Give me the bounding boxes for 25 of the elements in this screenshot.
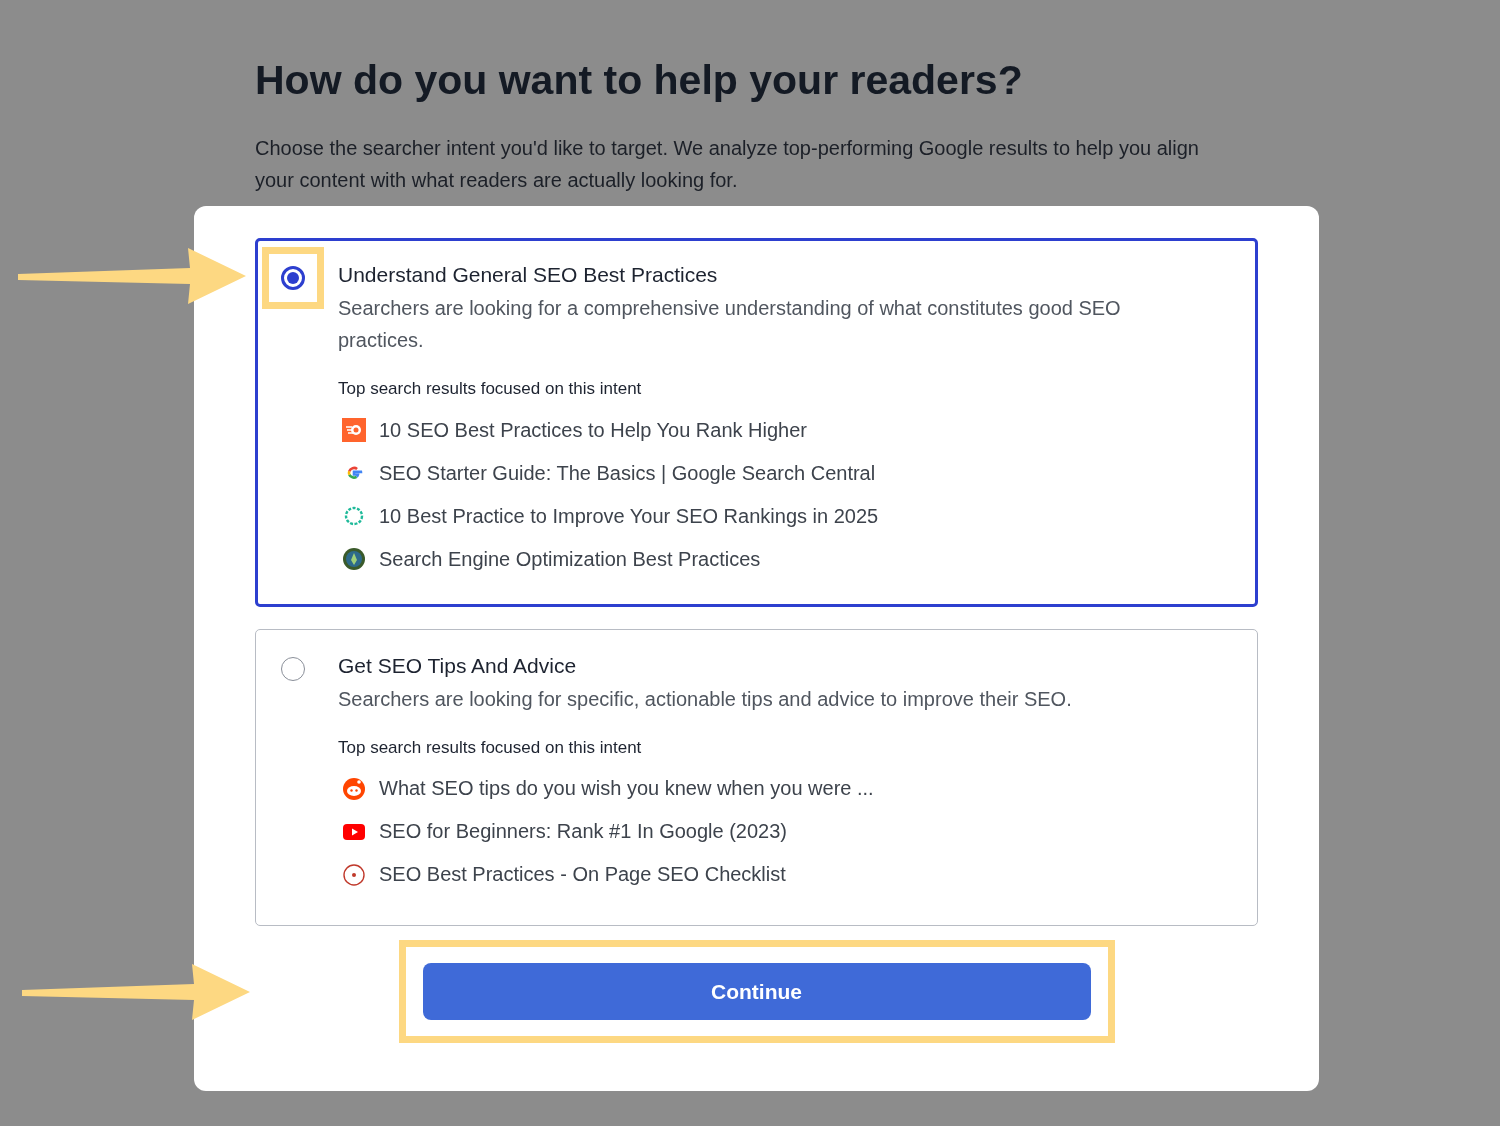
result-link[interactable]: 10 Best Practice to Improve Your SEO Rankings in 2025: [379, 501, 879, 531]
round-face-icon: [342, 776, 366, 801]
intro-text: Choose the searcher intent you'd like to target. We analyze top-performing Google results to help you align your content with what readers are actually looking for.: [255, 136, 1200, 193]
result-link[interactable]: Search Engine Optimization Best Practices: [379, 544, 761, 574]
option-description: Searchers are looking for specific, actionable tips and advice to improve their SEO.: [338, 686, 1072, 712]
seal-icon: [342, 547, 366, 571]
intent-option[interactable]: [255, 238, 1258, 607]
target-ring-icon: [342, 862, 366, 887]
result-link[interactable]: 10 SEO Best Practices to Help You Rank Higher: [379, 415, 807, 445]
result-link[interactable]: SEO for Beginners: Rank #1 In Google (2023): [379, 817, 787, 846]
result-link[interactable]: What SEO tips do you wish you knew when you were ...: [379, 774, 874, 803]
option-description: Searchers are looking for a comprehensive understanding of what constitutes good SEO practices.: [338, 296, 1122, 353]
radio-button[interactable]: [281, 266, 305, 290]
radio-button[interactable]: [281, 656, 305, 681]
page-heading: How do you want to help your readers?: [255, 56, 1024, 105]
option-title: Get SEO Tips And Advice: [338, 652, 578, 679]
dotted-ring-icon: [342, 504, 366, 528]
result-link[interactable]: SEO Best Practices - On Page SEO Checklist: [379, 860, 786, 889]
results-label: Top search results focused on this intent: [338, 378, 643, 400]
intent-option[interactable]: [255, 628, 1258, 926]
result-link[interactable]: SEO Starter Guide: The Basics | Google Search Central: [379, 458, 876, 488]
continue-button[interactable]: Continue: [422, 963, 1091, 1020]
flame-badge-icon: [342, 418, 366, 442]
option-title: Understand General SEO Best Practices: [338, 262, 719, 288]
results-label: Top search results focused on this intent: [338, 736, 643, 759]
